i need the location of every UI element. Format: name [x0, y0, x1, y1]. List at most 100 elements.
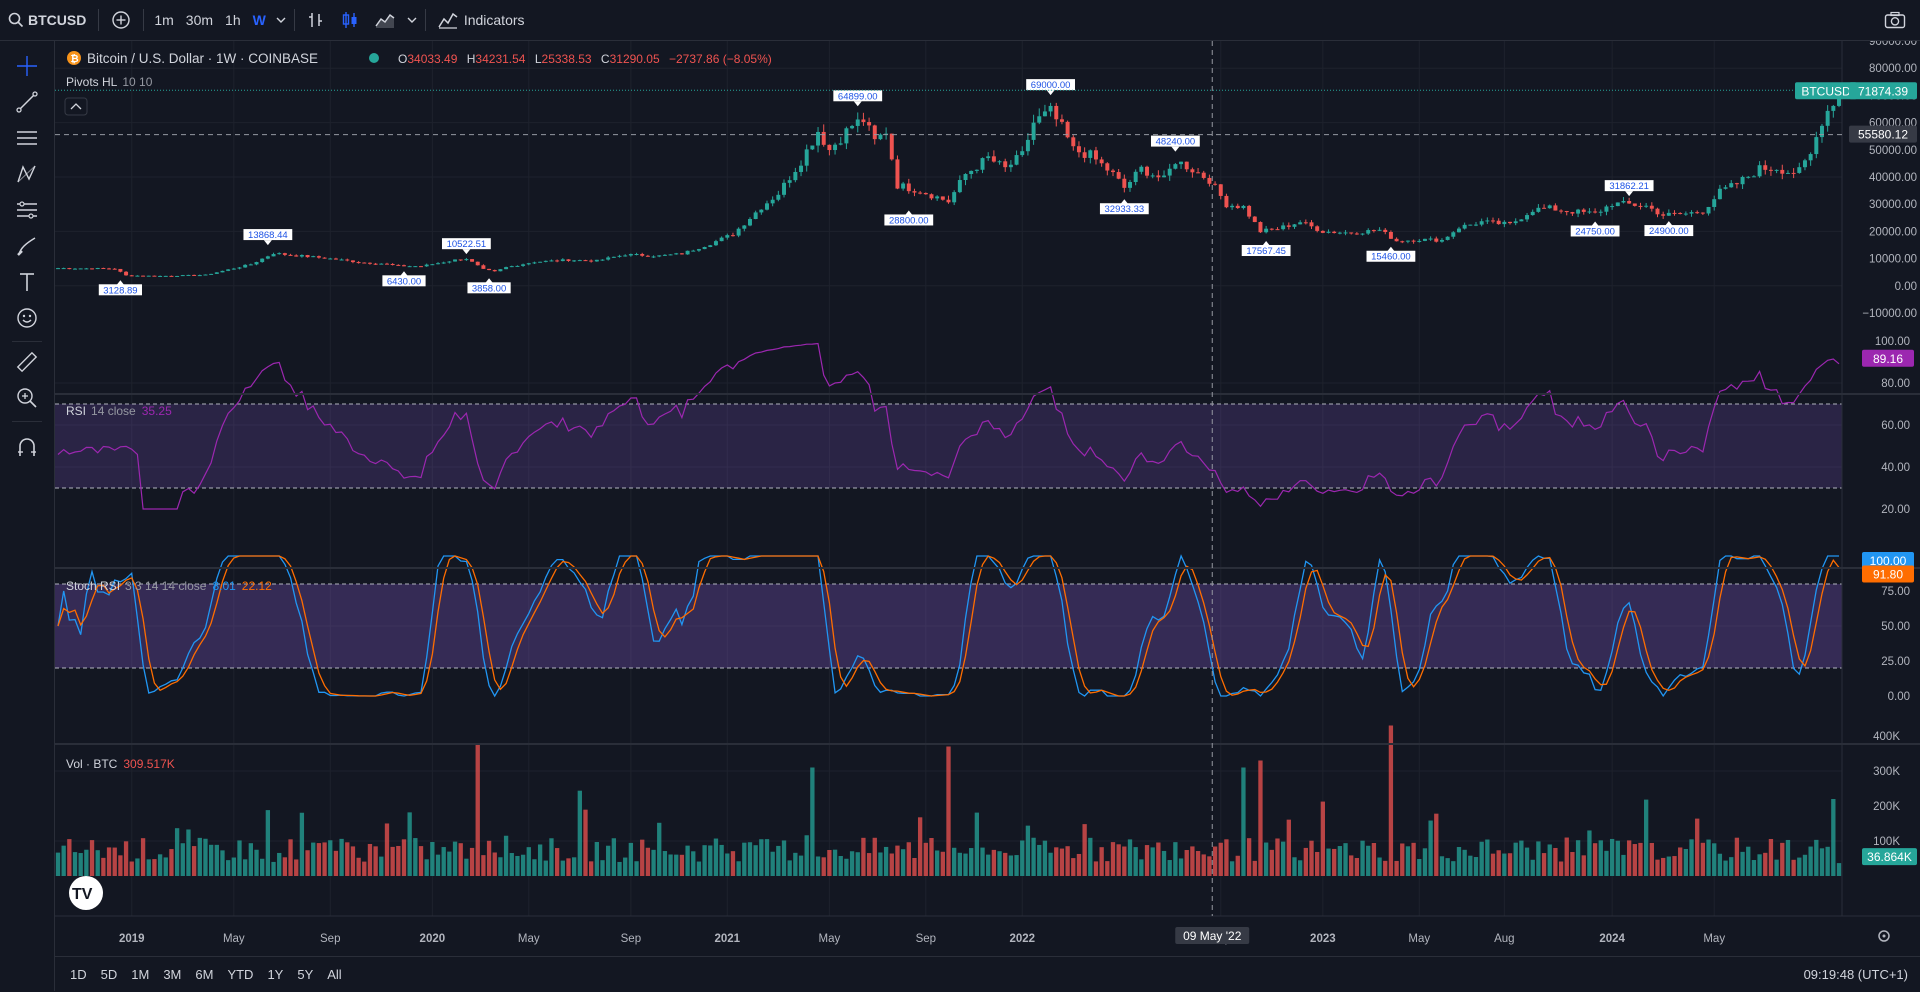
- range-6m[interactable]: 6M: [188, 967, 220, 982]
- emoji-icon: [15, 306, 39, 335]
- candle: [504, 266, 509, 270]
- volume-bar: [1763, 852, 1768, 876]
- volume-bar: [1411, 842, 1416, 876]
- volume-bar: [135, 858, 140, 876]
- pivot-label: 24900.00: [1644, 221, 1694, 237]
- volume-bar: [883, 846, 889, 876]
- volume-bar: [1666, 856, 1671, 876]
- trendline-tool[interactable]: [12, 89, 42, 119]
- volume-bar: [311, 842, 316, 876]
- rsi-legend[interactable]: RSI 14 close 35.25: [66, 404, 172, 418]
- range-all[interactable]: All: [320, 967, 348, 982]
- timeframe-w[interactable]: W: [247, 12, 272, 28]
- volume-bar: [1689, 839, 1694, 876]
- pivot-label: 6430.00: [382, 271, 426, 287]
- timeframe-30m[interactable]: 30m: [180, 12, 219, 28]
- candle: [1298, 220, 1303, 225]
- magnet-tool[interactable]: [12, 435, 42, 465]
- candle: [1371, 229, 1376, 233]
- chart-area[interactable]: 3128.89 13868.44 6430.00 10522.51 3858.00 648…: [55, 41, 1920, 956]
- candle: [254, 261, 259, 266]
- volume-bar: [203, 838, 208, 876]
- zoom-tool[interactable]: [12, 385, 42, 415]
- indicators-button[interactable]: Indicators: [430, 0, 533, 40]
- clock[interactable]: 09:19:48 (UTC+1): [1804, 967, 1908, 982]
- candle: [566, 259, 571, 262]
- symbol-search[interactable]: BTCUSD: [0, 0, 94, 40]
- volume-bar: [101, 857, 106, 876]
- projection-tool[interactable]: [12, 197, 42, 227]
- candle: [1445, 236, 1450, 241]
- chart-type-dropdown[interactable]: [403, 0, 421, 40]
- svg-text:15460.00: 15460.00: [1371, 252, 1411, 263]
- candle: [1020, 146, 1025, 157]
- candle: [1451, 231, 1456, 239]
- area-chart-button[interactable]: [367, 0, 403, 40]
- volume-bar: [243, 859, 248, 876]
- scale-badges: BTCUSD 71874.39 55580.12 89.16 100.00 91.80 36…: [1175, 82, 1917, 944]
- legend-title[interactable]: Bitcoin / U.S. Dollar · 1W · COINBASE: [87, 51, 318, 66]
- candle: [1003, 158, 1008, 172]
- candle: [1292, 223, 1297, 229]
- volume-bar: [1802, 854, 1808, 876]
- candle: [1598, 209, 1603, 217]
- brush-tool[interactable]: [12, 233, 42, 263]
- crosshair-tool[interactable]: [12, 53, 42, 83]
- volume-bar: [912, 857, 917, 876]
- svg-text:31862.21: 31862.21: [1609, 181, 1649, 192]
- range-3m[interactable]: 3M: [156, 967, 188, 982]
- volume-bar: [424, 859, 429, 876]
- volume-bar: [1076, 853, 1082, 876]
- tradingview-logo[interactable]: TV: [69, 876, 103, 910]
- candle: [1661, 211, 1666, 219]
- volume-bar: [804, 835, 809, 876]
- range-1d[interactable]: 1D: [63, 967, 94, 982]
- candle: [776, 190, 781, 202]
- range-1m[interactable]: 1M: [124, 967, 156, 982]
- ruler-tool[interactable]: [12, 349, 42, 379]
- candle: [651, 255, 656, 259]
- volume-bar: [1071, 858, 1076, 876]
- time-tick: 2019: [119, 933, 145, 945]
- volume-bar: [294, 859, 299, 876]
- bar-chart-button[interactable]: [299, 0, 333, 40]
- timeframe-dropdown[interactable]: [272, 0, 290, 40]
- settings-icon[interactable]: [1878, 930, 1890, 942]
- screenshot-button[interactable]: [1876, 0, 1914, 40]
- candle: [1485, 217, 1490, 224]
- fib-tool[interactable]: [12, 125, 42, 155]
- text-tool[interactable]: [12, 269, 42, 299]
- svg-text:55580.12: 55580.12: [1858, 128, 1908, 142]
- range-1y[interactable]: 1Y: [260, 967, 290, 982]
- range-5y[interactable]: 5Y: [290, 967, 320, 982]
- range-5d[interactable]: 5D: [94, 967, 125, 982]
- range-ytd[interactable]: YTD: [220, 967, 260, 982]
- volume-bar: [418, 846, 424, 876]
- volume-bar: [1309, 840, 1314, 876]
- candle: [430, 263, 435, 266]
- timeframe-1h[interactable]: 1h: [219, 12, 247, 28]
- compare-button[interactable]: [103, 0, 139, 40]
- candle: [1814, 131, 1819, 159]
- candle: [532, 261, 537, 265]
- pattern-tool[interactable]: [12, 161, 42, 191]
- candle: [1025, 133, 1030, 156]
- candle: [1099, 156, 1104, 167]
- timeframe-1m[interactable]: 1m: [148, 12, 179, 28]
- volume-bar: [1093, 861, 1099, 876]
- volume-bar: [1621, 854, 1626, 876]
- candle: [1190, 167, 1195, 178]
- candle: [1349, 232, 1354, 235]
- volume-bar: [1780, 842, 1785, 876]
- stoch-legend[interactable]: Stoch RSI 3 3 14 14 close 8.01 22.12: [66, 579, 272, 593]
- candles-button[interactable]: [333, 0, 367, 40]
- volume-bar: [305, 850, 310, 876]
- volume-bar: [1575, 840, 1581, 876]
- emoji-tool[interactable]: [12, 305, 42, 335]
- volume-bar: [1366, 845, 1371, 876]
- candle: [231, 267, 236, 270]
- candle: [1366, 228, 1371, 235]
- collapse-legend-button[interactable]: [64, 97, 88, 116]
- pivots-legend[interactable]: Pivots HL 10 10: [66, 75, 153, 89]
- volume-legend[interactable]: Vol · BTC 309.517K: [66, 757, 175, 771]
